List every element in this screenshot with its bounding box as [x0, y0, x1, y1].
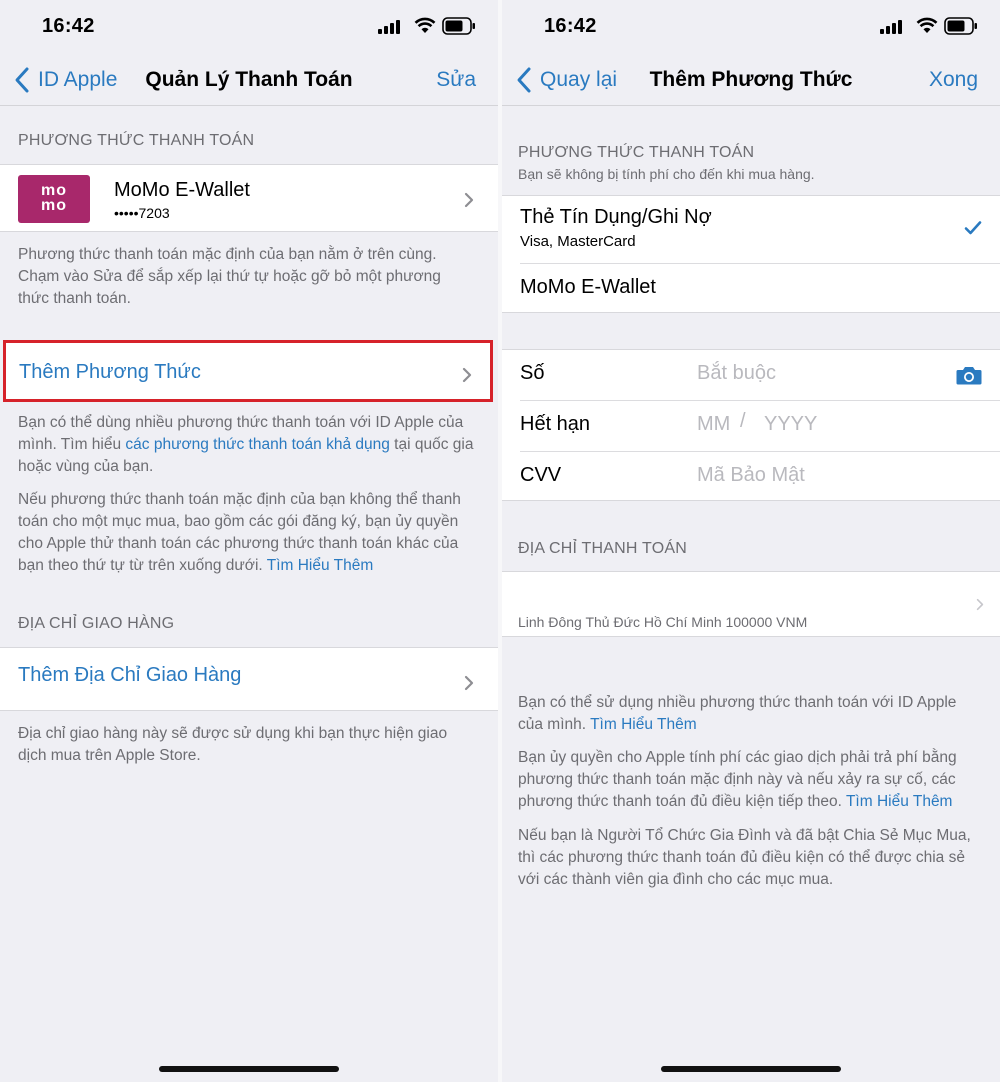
edit-button[interactable]: Sửa	[436, 68, 476, 92]
signal-icon	[378, 20, 400, 34]
cvv-row[interactable]: CVV Mã Bảo Mật	[502, 452, 1000, 502]
cvv-input[interactable]: Mã Bảo Mật	[697, 464, 805, 487]
signal-icon	[880, 20, 902, 34]
authorization-info: Bạn ủy quyền cho Apple tính phí các giao…	[518, 747, 976, 813]
payment-footer-text: Phương thức thanh toán mặc định của bạn …	[18, 246, 441, 307]
expiry-slash: /	[740, 410, 746, 432]
navigation-bar: ID Apple Quản Lý Thanh Toán Sửa	[0, 54, 498, 106]
manage-payments-screen: 16:42 ID Apple Quản Lý Thanh Toán Sửa PH…	[0, 0, 498, 1082]
expiry-month-input[interactable]: MM	[697, 413, 730, 436]
home-indicator[interactable]	[159, 1066, 339, 1072]
card-details-form: Số Bắt buộc Hết hạn MM / YYYY CVV Mã Bảo…	[502, 349, 1000, 501]
momo-name: MoMo E-Wallet	[114, 179, 250, 201]
option-credit-card[interactable]: Thẻ Tín Dụng/Ghi Nợ Visa, MasterCard	[502, 196, 1000, 263]
add-shipping-address-row[interactable]: Thêm Địa Chỉ Giao Hàng	[0, 647, 498, 711]
payment-options-list: Thẻ Tín Dụng/Ghi Nợ Visa, MasterCard MoM…	[502, 195, 1000, 313]
shipping-address-header: ĐỊA CHỈ GIAO HÀNG	[18, 615, 175, 632]
expiry-year-input[interactable]: YYYY	[764, 413, 817, 436]
chevron-right-icon	[976, 598, 984, 611]
option-sublabel: Visa, MasterCard	[520, 233, 636, 250]
billing-address-text: Linh Đông Thủ Đức Hồ Chí Minh 100000 VNM	[518, 614, 808, 630]
multiple-methods-info: Bạn có thể dùng nhiều phương thức thanh …	[18, 412, 474, 478]
battery-icon	[944, 17, 977, 35]
wifi-icon	[414, 17, 436, 33]
chevron-right-icon	[464, 192, 474, 208]
chevron-right-icon	[462, 367, 472, 383]
status-time: 16:42	[544, 15, 597, 37]
fallback-charge-info: Nếu phương thức thanh toán mặc định của …	[18, 489, 474, 577]
option-label: MoMo E-Wallet	[520, 276, 656, 298]
option-label: Thẻ Tín Dụng/Ghi Nợ	[520, 206, 712, 228]
payment-methods-header: PHƯƠNG THỨC THANH TOÁN	[518, 144, 755, 161]
add-payment-method-row[interactable]: Thêm Phương Thức	[3, 340, 493, 402]
available-methods-link[interactable]: các phương thức thanh toán khả dụng	[125, 436, 389, 453]
battery-icon	[442, 17, 475, 35]
card-number-label: Số	[520, 362, 545, 384]
momo-logo: mo mo	[18, 175, 90, 223]
foot1-text: Bạn có thể sử dụng nhiều phương thức tha…	[518, 694, 957, 733]
camera-icon[interactable]	[956, 366, 982, 385]
status-bar: 16:42	[502, 0, 1000, 54]
option-momo-wallet[interactable]: MoMo E-Wallet	[502, 264, 1000, 314]
shipping-footer-text: Địa chỉ giao hàng này sẽ được sử dụng kh…	[18, 725, 448, 764]
billing-address-row[interactable]: Linh Đông Thủ Đức Hồ Chí Minh 100000 VNM	[502, 571, 1000, 637]
momo-logo-top: mo	[41, 182, 67, 199]
payment-methods-subtext: Bạn sẽ không bị tính phí cho đến khi mua…	[518, 166, 815, 182]
add-payment-method-screen: 16:42 Quay lại Thêm Phương Thức Xong PHƯ…	[502, 0, 1000, 1082]
add-shipping-address-label: Thêm Địa Chỉ Giao Hàng	[18, 664, 242, 686]
info2-text: Nếu phương thức thanh toán mặc định của …	[18, 491, 461, 574]
learn-more-link[interactable]: Tìm Hiểu Thêm	[846, 793, 953, 810]
momo-logo-bottom: mo	[41, 197, 67, 214]
done-button[interactable]: Xong	[929, 68, 978, 92]
checkmark-icon	[964, 221, 982, 235]
add-payment-method-label: Thêm Phương Thức	[19, 361, 201, 383]
home-indicator[interactable]	[661, 1066, 841, 1072]
status-time: 16:42	[42, 15, 95, 37]
status-bar: 16:42	[0, 0, 498, 54]
learn-more-link[interactable]: Tìm Hiểu Thêm	[267, 557, 374, 574]
wifi-icon	[916, 17, 938, 33]
chevron-right-icon	[464, 675, 474, 691]
page-title: Thêm Phương Thức	[649, 68, 853, 91]
momo-wallet-row[interactable]: mo mo MoMo E-Wallet •••••7203	[0, 164, 498, 232]
card-number-row[interactable]: Số Bắt buộc	[502, 350, 1000, 400]
learn-more-link[interactable]: Tìm Hiểu Thêm	[590, 716, 697, 733]
cvv-label: CVV	[520, 464, 562, 486]
momo-number: •••••7203	[114, 205, 170, 221]
expiry-row[interactable]: Hết hạn MM / YYYY	[502, 401, 1000, 451]
payment-methods-header: PHƯƠNG THỨC THANH TOÁN	[18, 132, 255, 149]
family-sharing-info: Nếu bạn là Người Tổ Chức Gia Đình và đã …	[518, 827, 971, 888]
billing-address-header: ĐỊA CHỈ THANH TOÁN	[518, 540, 687, 557]
expiry-label: Hết hạn	[520, 413, 591, 435]
card-number-input[interactable]: Bắt buộc	[697, 362, 776, 385]
multiple-methods-info: Bạn có thể sử dụng nhiều phương thức tha…	[518, 692, 976, 736]
navigation-bar: Quay lại Thêm Phương Thức Xong	[502, 54, 1000, 106]
page-title: Quản Lý Thanh Toán	[145, 68, 353, 91]
